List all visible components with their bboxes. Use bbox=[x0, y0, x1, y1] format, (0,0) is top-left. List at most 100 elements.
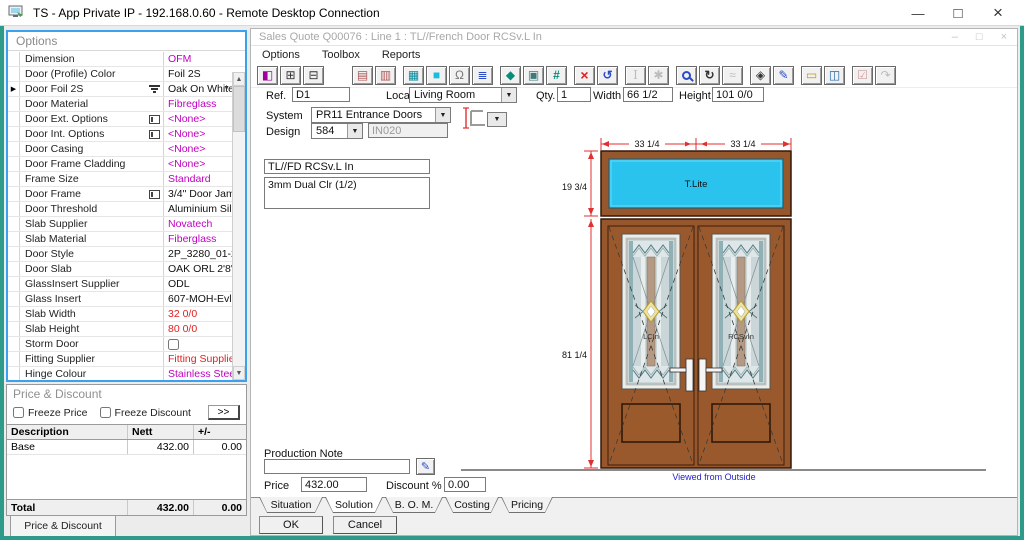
option-row[interactable]: Fitting SupplierFitting Supplier 1 bbox=[8, 352, 245, 367]
option-row[interactable]: Storm Door bbox=[8, 337, 245, 352]
ok-button[interactable]: OK bbox=[259, 516, 323, 534]
option-row[interactable]: Door Int. Options<None> bbox=[8, 127, 245, 142]
rotate-view-icon[interactable]: ↻ bbox=[699, 66, 720, 85]
cancel-button[interactable]: Cancel bbox=[333, 516, 397, 534]
option-label: Door Casing bbox=[20, 143, 146, 155]
close-icon[interactable]: × bbox=[978, 0, 1018, 26]
menu-toolbox[interactable]: Toolbox bbox=[311, 49, 371, 61]
width-input[interactable] bbox=[623, 87, 673, 102]
frame-outline-icon[interactable]: ▣ bbox=[523, 66, 544, 85]
zoom-icon[interactable] bbox=[676, 66, 697, 85]
edit-note-button[interactable]: ✎ bbox=[416, 458, 435, 475]
menu-options[interactable]: Options bbox=[251, 49, 311, 61]
options-list-icon[interactable]: ≣ bbox=[472, 66, 493, 85]
freeze-price-checkbox[interactable] bbox=[13, 407, 24, 418]
option-row[interactable]: Hinge ColourStainless Steel bbox=[8, 367, 245, 380]
fill-color-icon[interactable]: ■ bbox=[426, 66, 447, 85]
delete-document-icon[interactable]: ▥ bbox=[375, 66, 396, 85]
delete-icon[interactable]: × bbox=[574, 66, 595, 85]
tab-solution[interactable]: Solution bbox=[325, 497, 383, 513]
discount-input[interactable] bbox=[444, 477, 486, 492]
option-row[interactable]: Slab SupplierNovatech bbox=[8, 217, 245, 232]
menu-reports[interactable]: Reports bbox=[371, 49, 432, 61]
description-input[interactable] bbox=[264, 159, 430, 174]
quote-minimize-icon[interactable]: – bbox=[952, 31, 958, 43]
location-select[interactable]: Living Room ▼ bbox=[409, 87, 517, 103]
pan-tool-icon[interactable]: ↷ bbox=[875, 66, 896, 85]
qty-input[interactable] bbox=[557, 87, 591, 102]
dropdown-arrow-icon[interactable]: ▼ bbox=[223, 85, 230, 92]
dropdown-arrow-icon[interactable]: ▼ bbox=[488, 113, 506, 126]
draw-tool-icon[interactable]: ✎ bbox=[773, 66, 794, 85]
quote-close-icon[interactable]: × bbox=[1001, 31, 1007, 43]
panel-view-icon[interactable]: ⊟ bbox=[303, 66, 324, 85]
option-row[interactable]: Slab MaterialFiberglass bbox=[8, 232, 245, 247]
option-row[interactable]: Slab Width32 0/0 bbox=[8, 307, 245, 322]
muntin-grid-icon[interactable]: # bbox=[546, 66, 567, 85]
freehand-tool-icon[interactable]: ≈ bbox=[722, 66, 743, 85]
option-row[interactable]: Door (Profile) ColorFoil 2S bbox=[8, 67, 245, 82]
scroll-down-icon[interactable]: ▼ bbox=[233, 366, 245, 380]
height-input[interactable] bbox=[712, 87, 764, 102]
option-row[interactable]: Door SlabOAK ORL 2'8"X6'8" bbox=[8, 262, 245, 277]
tab-pricing[interactable]: Pricing bbox=[501, 497, 553, 513]
quote-maximize-icon[interactable]: □ bbox=[976, 31, 983, 43]
option-row[interactable]: Glass Insert607-MOH-Evl FP OAK bbox=[8, 292, 245, 307]
grid-view-icon[interactable]: ⊞ bbox=[280, 66, 301, 85]
option-row[interactable]: Frame SizeStandard bbox=[8, 172, 245, 187]
option-row[interactable]: Door Style2P_3280_01-2248 bbox=[8, 247, 245, 262]
lock-icon[interactable]: Ω bbox=[449, 66, 470, 85]
price-row-base[interactable]: Base 432.00 0.00 bbox=[7, 440, 246, 455]
expand-price-button[interactable]: >> bbox=[208, 405, 240, 420]
glazing-note-textarea[interactable]: 3mm Dual Clr (1/2) bbox=[264, 177, 430, 209]
option-row[interactable]: Door ThresholdAluminium Sill bbox=[8, 202, 245, 217]
dropdown-arrow-icon[interactable]: ▼ bbox=[501, 88, 516, 102]
design-select[interactable]: 584 ▼ bbox=[311, 123, 363, 139]
option-label: Glass Insert bbox=[20, 293, 146, 305]
tab-costing[interactable]: Costing bbox=[445, 497, 499, 513]
storm-door-checkbox[interactable] bbox=[168, 339, 179, 350]
dropdown-arrow-icon[interactable]: ▼ bbox=[347, 124, 362, 138]
option-value[interactable]: OFM bbox=[163, 52, 245, 66]
tab-bom[interactable]: B. O. M. bbox=[385, 497, 443, 513]
dimension-tool-icon[interactable]: I bbox=[625, 66, 646, 85]
height-label: Height bbox=[679, 90, 711, 102]
tab-price-discount[interactable]: Price & Discount bbox=[10, 516, 116, 537]
edit-window-icon[interactable]: ▭ bbox=[801, 66, 822, 85]
option-row[interactable]: Slab Height80 0/0 bbox=[8, 322, 245, 337]
bottom-tabs: Situation Solution B. O. M. Costing Pric… bbox=[259, 497, 553, 513]
move-node-icon[interactable]: ◈ bbox=[750, 66, 771, 85]
window-colors-icon[interactable]: ◫ bbox=[824, 66, 845, 85]
freeze-discount-checkbox[interactable] bbox=[100, 407, 111, 418]
shrink-fit-icon[interactable]: ◆ bbox=[500, 66, 521, 85]
confirm-option-icon[interactable]: ☑ bbox=[852, 66, 873, 85]
annotation-tool-icon[interactable]: ✱ bbox=[648, 66, 669, 85]
option-row-selected[interactable]: ▶Door Foil 2SOak On White▼ bbox=[8, 82, 245, 97]
dropdown-arrow-icon[interactable]: ▼ bbox=[435, 108, 450, 122]
option-label: Hinge Colour bbox=[20, 368, 146, 380]
option-row[interactable]: Door Frame3/4" Door Jamb bbox=[8, 187, 245, 202]
scrollbar-thumb[interactable] bbox=[233, 86, 245, 132]
profile-colors-icon[interactable]: ◧ bbox=[257, 66, 278, 85]
freeze-price-label: Freeze Price bbox=[28, 407, 88, 419]
option-row[interactable]: Door Frame Cladding<None> bbox=[8, 157, 245, 172]
glazing-pattern-icon[interactable]: ▦ bbox=[403, 66, 424, 85]
price-input[interactable] bbox=[301, 477, 367, 492]
minimize-icon[interactable]: — bbox=[898, 0, 938, 26]
production-note-input[interactable] bbox=[264, 459, 410, 474]
option-row[interactable]: Door Ext. Options<None> bbox=[8, 112, 245, 127]
maximize-icon[interactable]: □ bbox=[938, 0, 978, 26]
scroll-up-icon[interactable]: ▲ bbox=[233, 72, 245, 86]
options-scrollbar[interactable]: ▲ ▼ bbox=[232, 72, 245, 380]
option-row[interactable]: DimensionOFM bbox=[8, 52, 245, 67]
frame-ref-dropdown[interactable]: ▼ bbox=[487, 112, 507, 127]
undo-icon[interactable]: ↺ bbox=[597, 66, 618, 85]
option-row[interactable]: GlassInsert SupplierODL bbox=[8, 277, 245, 292]
option-row[interactable]: Door MaterialFibreglass bbox=[8, 97, 245, 112]
print-document-icon[interactable]: ▤ bbox=[352, 66, 373, 85]
tab-situation[interactable]: Situation bbox=[259, 497, 323, 513]
system-select[interactable]: PR11 Entrance Doors ▼ bbox=[311, 107, 451, 123]
option-row[interactable]: Door Casing<None> bbox=[8, 142, 245, 157]
ref-input[interactable] bbox=[292, 87, 350, 102]
option-label: Slab Width bbox=[20, 308, 146, 320]
